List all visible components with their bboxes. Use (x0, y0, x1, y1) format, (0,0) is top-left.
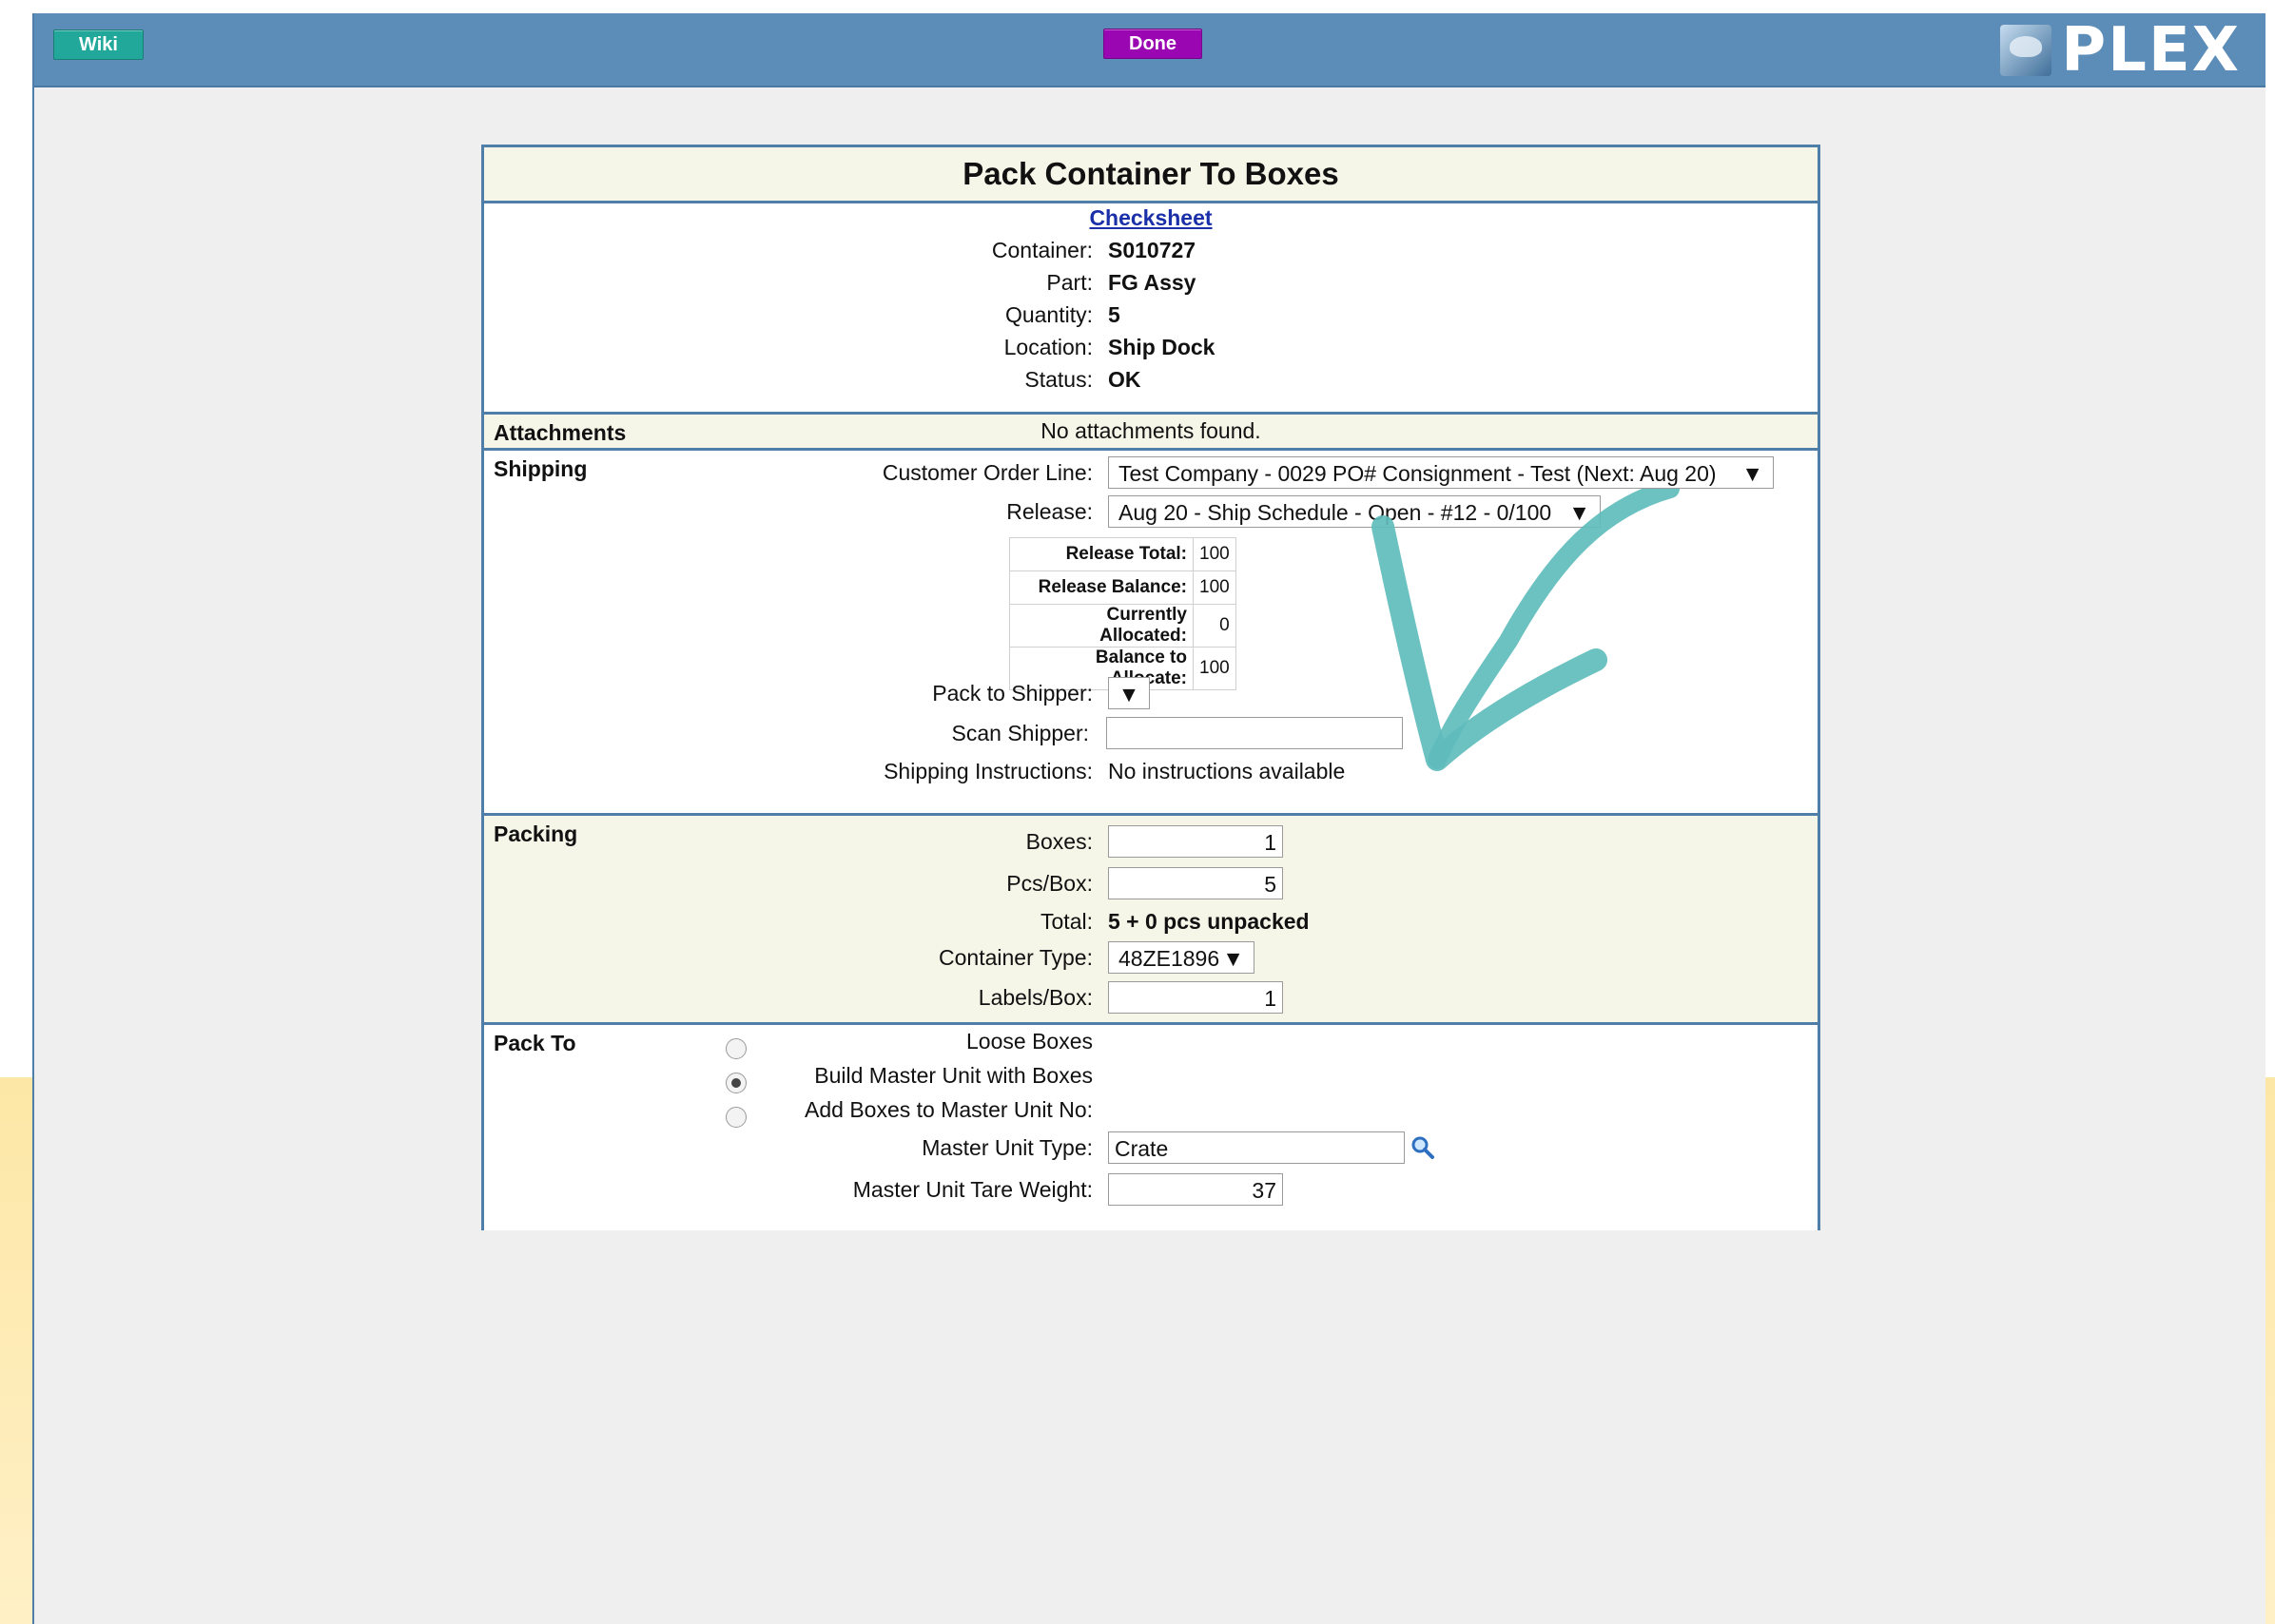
status-value: OK (1108, 367, 1141, 392)
top-toolbar: Wiki Done PLEX (34, 13, 2265, 87)
plex-logo-icon (2000, 25, 2052, 76)
pack-to-shipper-label: Pack to Shipper: (932, 681, 1093, 706)
shipping-instructions-value: No instructions available (1108, 759, 1346, 783)
scan-shipper-input[interactable] (1106, 717, 1403, 749)
release-select[interactable]: Aug 20 - Ship Schedule - Open - #12 - 0/… (1108, 495, 1601, 528)
container-type-label: Container Type: (939, 945, 1093, 970)
chevron-down-icon: ▼ (1568, 500, 1590, 525)
labels-per-box-label: Labels/Box: (978, 985, 1093, 1010)
add-boxes-to-master-row: Add Boxes to Master Unit No: (484, 1093, 1818, 1126)
release-total-value: 100 (1193, 537, 1236, 571)
container-info-section: Checksheet Container: S010727 Part: FG A… (484, 201, 1818, 396)
part-row: Part: FG Assy (484, 266, 1818, 299)
currently-allocated-label: Currently Allocated: (1009, 604, 1194, 648)
table-row: Release Balance: 100 (1009, 570, 1236, 605)
total-row: Total: 5 + 0 pcs unpacked (484, 905, 1818, 938)
location-row: Location: Ship Dock (484, 331, 1818, 363)
total-label: Total: (1040, 909, 1093, 934)
chevron-down-icon: ▼ (1118, 682, 1140, 706)
part-value: FG Assy (1108, 270, 1196, 295)
shipping-section: Shipping Customer Order Line: Test Compa… (484, 448, 1818, 814)
boxes-label: Boxes: (1025, 829, 1093, 854)
part-label: Part: (1046, 270, 1093, 295)
scan-shipper-label: Scan Shipper: (951, 721, 1089, 745)
pcs-per-box-label: Pcs/Box: (1006, 871, 1093, 896)
table-row: Currently Allocated: 0 (1009, 604, 1236, 648)
shipping-instructions-label: Shipping Instructions: (884, 759, 1093, 783)
customer-order-line-value: Test Company - 0029 PO# Consignment - Te… (1118, 461, 1717, 486)
chevron-down-icon: ▼ (1741, 461, 1763, 486)
release-label: Release: (1006, 499, 1093, 524)
page-title: Pack Container To Boxes (484, 147, 1818, 201)
release-balance-label: Release Balance: (1009, 570, 1194, 605)
quantity-value: 5 (1108, 302, 1120, 327)
pack-container-form: Pack Container To Boxes Checksheet Conta… (481, 145, 1820, 1230)
chevron-down-icon: ▼ (1222, 946, 1244, 971)
location-label: Location: (1003, 335, 1093, 359)
customer-order-line-select[interactable]: Test Company - 0029 PO# Consignment - Te… (1108, 456, 1774, 489)
quantity-row: Quantity: 5 (484, 299, 1818, 331)
release-balance-value: 100 (1193, 570, 1236, 605)
build-master-unit-label: Build Master Unit with Boxes (814, 1063, 1093, 1088)
pack-to-shipper-select[interactable]: ▼ (1108, 677, 1150, 709)
release-summary-table: Release Total: 100 Release Balance: 100 … (1009, 537, 1236, 690)
loose-boxes-label: Loose Boxes (966, 1029, 1093, 1054)
pack-to-shipper-row: Pack to Shipper: (484, 677, 1818, 709)
shipping-instructions-row: Shipping Instructions: No instructions a… (484, 755, 1818, 787)
total-value: 5 + 0 pcs unpacked (1108, 909, 1310, 934)
master-unit-type-input[interactable]: Crate (1108, 1131, 1405, 1164)
container-type-select[interactable]: 48ZE1896 ▼ (1108, 941, 1254, 974)
loose-boxes-row: Loose Boxes (484, 1025, 1818, 1057)
boxes-input[interactable]: 1 (1108, 825, 1283, 858)
table-row: Release Total: 100 (1009, 537, 1236, 571)
status-label: Status: (1024, 367, 1093, 392)
pcs-per-box-input[interactable]: 5 (1108, 867, 1283, 899)
container-row: Container: S010727 (484, 234, 1818, 266)
wiki-button[interactable]: Wiki (53, 29, 144, 60)
status-row: Status: OK (484, 363, 1818, 396)
container-label: Container: (991, 238, 1093, 262)
quantity-label: Quantity: (1004, 302, 1093, 327)
search-icon[interactable] (1410, 1135, 1435, 1160)
pack-to-section: Pack To Loose Boxes Build Master Unit wi… (484, 1022, 1818, 1230)
labels-per-box-input[interactable]: 1 (1108, 981, 1283, 1014)
checksheet-link[interactable]: Checksheet (484, 205, 1818, 231)
tare-weight-input[interactable]: 37 (1108, 1173, 1283, 1206)
location-value: Ship Dock (1108, 335, 1215, 359)
container-type-value: 48ZE1896 (1118, 946, 1220, 971)
customer-order-line-label: Customer Order Line: (882, 460, 1093, 485)
master-unit-type-label: Master Unit Type: (922, 1135, 1093, 1160)
container-value: S010727 (1108, 238, 1196, 262)
app-window: Wiki Done PLEX Pack Container To Boxes C… (32, 13, 2265, 1624)
build-master-unit-row: Build Master Unit with Boxes (484, 1059, 1818, 1092)
currently-allocated-value: 0 (1193, 604, 1236, 648)
release-total-label: Release Total: (1009, 537, 1194, 571)
attachments-message: No attachments found. (1040, 418, 1261, 443)
packing-section: Packing Boxes: 1 Pcs/Box: 5 Total: 5 + 0… (484, 813, 1818, 1023)
done-button[interactable]: Done (1103, 29, 1202, 59)
release-value: Aug 20 - Ship Schedule - Open - #12 - 0/… (1118, 500, 1552, 525)
attachments-section: Attachments No attachments found. (484, 412, 1818, 449)
tare-weight-label: Master Unit Tare Weight: (852, 1177, 1093, 1202)
plex-logo: PLEX (2000, 15, 2241, 86)
plex-logo-text: PLEX (2061, 15, 2241, 86)
add-boxes-to-master-label: Add Boxes to Master Unit No: (805, 1097, 1093, 1122)
